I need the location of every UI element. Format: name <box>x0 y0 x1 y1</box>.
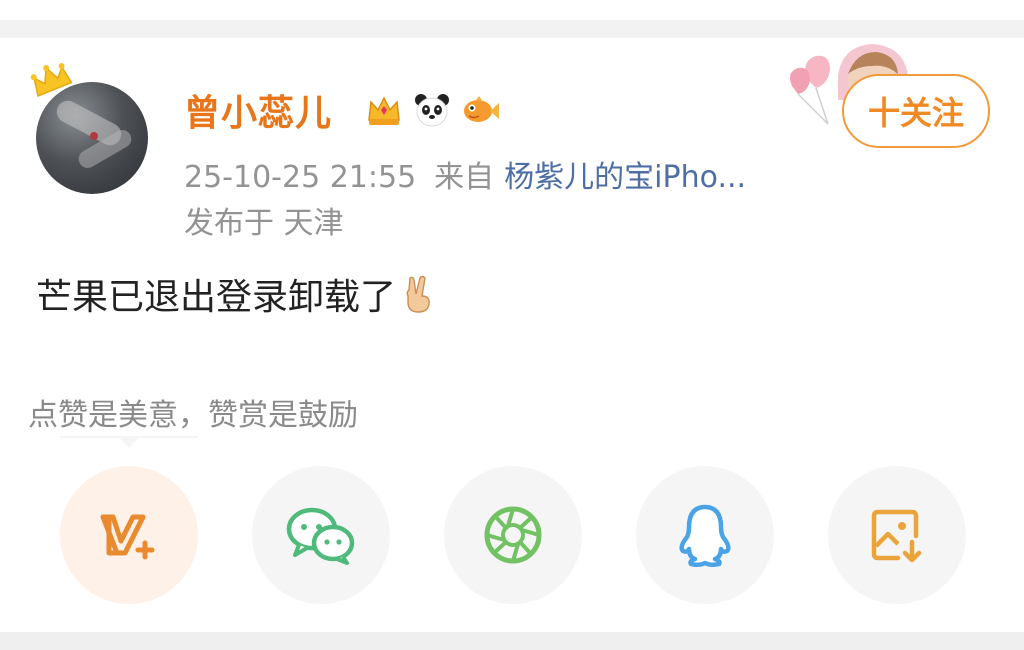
bottom-strip <box>0 632 1024 650</box>
share-options <box>0 466 1024 606</box>
avatar[interactable] <box>36 82 148 194</box>
hint-pointer <box>118 436 140 448</box>
follow-button[interactable]: 十关注 <box>842 74 990 148</box>
qq-share-button[interactable] <box>636 466 774 604</box>
wechat-share-button[interactable] <box>252 466 390 604</box>
crown-badge-icon[interactable] <box>364 90 404 130</box>
user-badges <box>364 90 500 130</box>
moments-share-button[interactable] <box>444 466 582 604</box>
v-plus-reward-button[interactable] <box>60 466 198 604</box>
post-location: 发布于 天津 <box>184 206 344 241</box>
save-image-button[interactable] <box>828 466 966 604</box>
post-source-link[interactable]: 杨紫儿的宝iPho... <box>504 160 746 195</box>
post-time: 25-10-25 21:55 <box>184 160 417 195</box>
post-content: 芒果已退出登录卸载了 <box>36 268 436 320</box>
avatar-container[interactable] <box>30 63 148 194</box>
wechat-icon <box>286 507 355 565</box>
username[interactable]: 曾小蕊儿 <box>184 84 332 136</box>
fish-badge-icon[interactable] <box>460 90 500 130</box>
qq-penguin-icon <box>679 504 731 567</box>
reward-hint: 点赞是美意，赞赏是鼓励 <box>28 398 358 433</box>
v-plus-icon <box>100 514 155 560</box>
top-strip <box>0 0 1024 20</box>
post-content-text: 芒果已退出登录卸载了 <box>36 277 397 318</box>
post-meta: 25-10-25 21:55 来自 杨紫儿的宝iPho... <box>184 152 746 196</box>
save-image-icon <box>871 509 922 563</box>
panda-badge-icon[interactable] <box>412 90 452 130</box>
from-label: 来自 <box>434 160 495 195</box>
camera-shutter-icon <box>484 506 542 564</box>
top-divider <box>0 20 1024 38</box>
post-card: 曾小蕊儿 25-10-25 21:55 来自 杨紫儿的宝iPho... 发布于 … <box>0 38 1024 632</box>
victory-hand-emoji-icon <box>406 275 430 313</box>
